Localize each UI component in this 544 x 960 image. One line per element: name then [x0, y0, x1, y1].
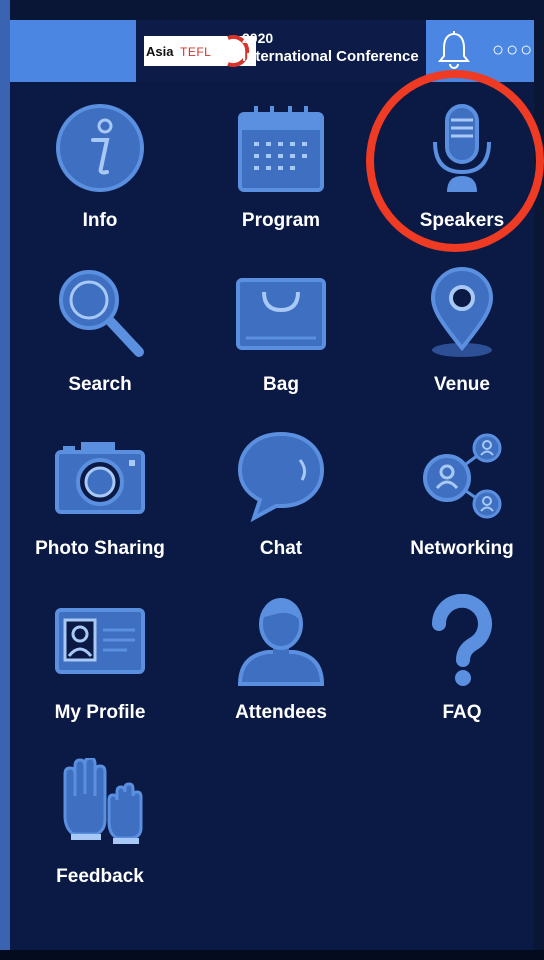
menu-item-networking[interactable]: Networking — [372, 420, 544, 584]
menu-item-label: Program — [241, 210, 321, 231]
menu-item-attendees[interactable]: Attendees — [191, 584, 371, 748]
conference-banner: Asia TEFL 2020 International Conference — [136, 20, 426, 82]
more-options-button[interactable]: ○○○ — [492, 39, 534, 62]
window-top-bar — [0, 0, 544, 20]
menu-item-label: Info — [82, 210, 118, 231]
networking-icon — [423, 433, 502, 519]
menu-item-label: My Profile — [54, 702, 146, 723]
info-icon — [56, 104, 144, 192]
menu-item-label: Venue — [434, 374, 490, 395]
menu-item-label: Feedback — [56, 866, 144, 887]
bag-icon — [236, 278, 326, 350]
camera-icon — [55, 442, 145, 514]
calendar-icon — [238, 106, 324, 192]
id-card-icon — [55, 608, 145, 674]
menu-item-search[interactable]: Search — [10, 256, 190, 420]
person-icon — [237, 598, 325, 686]
menu-item-info[interactable]: Info — [10, 92, 190, 256]
window-bottom-bar — [0, 950, 544, 960]
conference-year: 2020 — [242, 30, 274, 46]
menu-item-program[interactable]: Program — [191, 92, 371, 256]
bell-icon[interactable] — [436, 30, 472, 70]
asia-tefl-logo: Asia TEFL — [144, 35, 256, 67]
chat-bubble-icon — [237, 431, 325, 522]
menu-item-venue[interactable]: Venue — [372, 256, 544, 420]
menu-item-label: Photo Sharing — [35, 538, 165, 559]
window-left-edge — [0, 0, 10, 960]
speakers-highlight-circle — [366, 70, 544, 252]
menu-item-photo-sharing[interactable]: Photo Sharing — [10, 420, 190, 584]
map-pin-icon — [430, 267, 494, 357]
menu-item-label: Attendees — [235, 702, 327, 723]
menu-item-faq[interactable]: FAQ — [372, 584, 544, 748]
logo-tefl-text: TEFL — [180, 45, 212, 59]
logo-asia-text: Asia — [146, 44, 174, 59]
menu-item-feedback[interactable]: Feedback — [10, 748, 190, 912]
menu-item-label: Networking — [410, 538, 514, 559]
menu-item-label: Search — [68, 374, 132, 395]
menu-item-label: FAQ — [442, 702, 482, 723]
menu-item-label: Bag — [263, 374, 299, 395]
menu-item-chat[interactable]: Chat — [191, 420, 371, 584]
menu-item-bag[interactable]: Bag — [191, 256, 371, 420]
question-icon — [431, 594, 492, 686]
menu-item-label: Chat — [259, 538, 303, 559]
conference-name: International Conference — [242, 48, 419, 65]
magnifier-icon — [59, 270, 144, 357]
menu-item-my-profile[interactable]: My Profile — [10, 584, 190, 748]
raised-hands-icon — [63, 758, 143, 844]
header-left-panel — [10, 20, 136, 82]
